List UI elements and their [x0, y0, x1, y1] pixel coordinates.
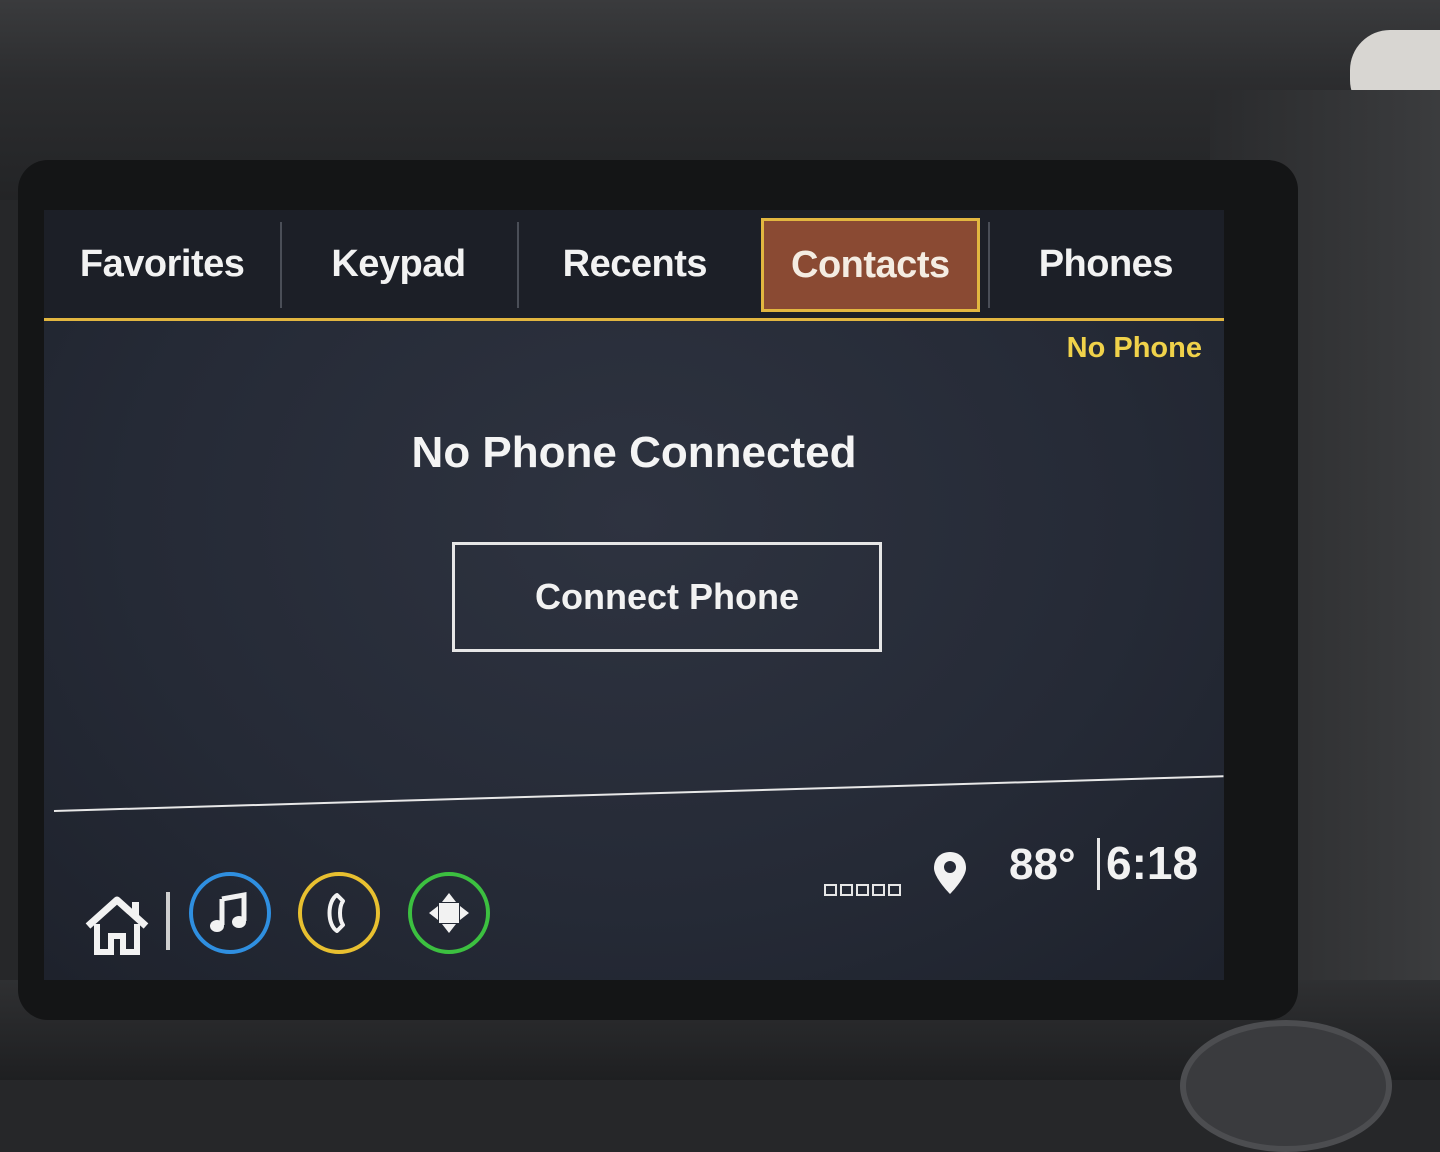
- outside-temperature: 88°: [1009, 840, 1076, 889]
- location-pin-icon: [934, 852, 966, 894]
- infotainment-screen: Favorites Keypad Recents Contacts Phones…: [44, 210, 1224, 980]
- signal-bar: [872, 884, 885, 896]
- signal-bar: [840, 884, 853, 896]
- home-button[interactable]: [82, 890, 152, 960]
- tab-keypad[interactable]: Keypad: [280, 210, 516, 318]
- phone-tab-bar: Favorites Keypad Recents Contacts Phones: [44, 210, 1224, 321]
- home-icon: [85, 896, 149, 955]
- volume-knob[interactable]: [1180, 1020, 1392, 1152]
- phone-app-button[interactable]: [298, 872, 380, 954]
- apps-button[interactable]: [408, 872, 490, 954]
- tab-contacts[interactable]: Contacts: [760, 218, 980, 312]
- nav-separator: [166, 892, 170, 950]
- bottom-divider: [53, 775, 1224, 812]
- connect-phone-button[interactable]: Connect Phone: [452, 542, 882, 652]
- signal-bar: [888, 884, 901, 896]
- tab-recents[interactable]: Recents: [516, 210, 753, 318]
- phone-icon: [327, 893, 345, 933]
- clock-separator: [1097, 838, 1100, 890]
- bottom-nav-bar: 88° 6:18: [44, 837, 1224, 980]
- audio-app-button[interactable]: [189, 872, 271, 954]
- signal-strength-icon: [824, 884, 901, 896]
- signal-bar: [856, 884, 869, 896]
- signal-bar: [824, 884, 837, 896]
- apps-icon: [429, 893, 469, 933]
- clock: 6:18: [1106, 837, 1199, 889]
- tab-phones[interactable]: Phones: [987, 210, 1224, 318]
- no-phone-message: No Phone Connected: [411, 428, 857, 477]
- phone-status-label: No Phone: [1066, 332, 1202, 364]
- music-note-icon: [210, 892, 247, 932]
- tab-favorites[interactable]: Favorites: [44, 210, 280, 318]
